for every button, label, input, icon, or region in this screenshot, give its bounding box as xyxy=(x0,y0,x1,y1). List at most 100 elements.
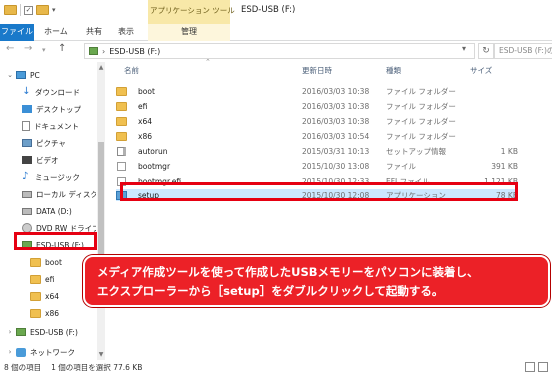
setup-info-icon xyxy=(117,146,126,156)
scroll-down-icon[interactable]: ▼ xyxy=(97,351,105,358)
desktop-icon xyxy=(22,105,32,113)
setup-highlight-box xyxy=(120,182,518,201)
file-list: ⌃ 名前 更新日時 種類 サイズ boot 2016/03/03 10:38 フ… xyxy=(108,58,552,360)
address-dropdown-icon[interactable]: ▾ xyxy=(462,44,466,53)
sidebar-item-label: ESD-USB (F:) xyxy=(30,327,78,337)
document-icon xyxy=(22,121,30,131)
properties-icon[interactable]: ✓ xyxy=(24,5,33,15)
list-item[interactable]: efi 2016/03/03 10:38 ファイル フォルダー xyxy=(116,100,518,112)
title-bar: ✓ ▾ アプリケーション ツール ESD-USB (F:) xyxy=(0,0,552,24)
sidebar-item-boot[interactable]: boot xyxy=(30,255,62,269)
callout-line-1: メディア作成ツールを使って作成したUSBメモリーをパソコンに装着し、 xyxy=(97,265,479,279)
toolbar-divider xyxy=(20,4,21,16)
callout-line-2: エクスプローラーから［setup］をダブルクリックして起動する。 xyxy=(97,284,444,298)
list-item[interactable]: autorun 2015/03/31 10:13 セットアップ情報 1 KB xyxy=(116,145,518,157)
file-name: x64 xyxy=(138,116,152,126)
sidebar-item-label: ピクチャ xyxy=(36,138,66,148)
column-header-type[interactable]: 種類 xyxy=(386,62,401,80)
file-type: ファイル フォルダー xyxy=(386,101,456,111)
picture-icon xyxy=(22,139,32,147)
search-input[interactable]: ESD-USB (F:)の xyxy=(494,43,552,59)
sidebar-item-label: ダウンロード xyxy=(35,87,80,97)
refresh-icon[interactable]: ↻ xyxy=(478,43,494,59)
selection-info: 1 個の項目を選択 77.6 KB xyxy=(51,363,143,372)
back-arrow-icon[interactable]: ← xyxy=(6,43,14,54)
forward-arrow-icon[interactable]: → xyxy=(24,43,32,54)
tab-file[interactable]: ファイル xyxy=(0,24,34,41)
list-item[interactable]: x86 2016/03/03 10:54 ファイル フォルダー xyxy=(116,130,518,142)
sidebar-item-documents[interactable]: ドキュメント xyxy=(22,119,79,133)
file-icon xyxy=(117,161,126,171)
file-type: ファイル フォルダー xyxy=(386,86,456,96)
sidebar-item-pc[interactable]: ⌄ PC xyxy=(6,68,40,82)
sidebar-item-label: boot xyxy=(45,257,62,267)
list-item[interactable]: x64 2016/03/03 10:38 ファイル フォルダー xyxy=(116,115,518,127)
video-icon xyxy=(22,156,32,164)
folder-icon xyxy=(116,116,127,126)
file-type: セットアップ情報 xyxy=(386,146,446,156)
file-date: 2016/03/03 10:38 xyxy=(302,116,370,126)
sidebar-item-music[interactable]: ♪ ミュージック xyxy=(22,170,80,184)
status-bar: 8 個の項目 1 個の項目を選択 77.6 KB xyxy=(0,360,552,376)
folder-icon xyxy=(30,257,41,267)
sidebar-item-x64[interactable]: x64 xyxy=(30,289,59,303)
file-date: 2015/03/31 10:13 xyxy=(302,146,370,156)
tab-manage[interactable]: 管理 xyxy=(148,24,230,41)
expand-icon[interactable]: ⌄ xyxy=(6,71,14,79)
sidebar-item-desktop[interactable]: デスクトップ xyxy=(22,102,81,116)
sidebar-item-efi[interactable]: efi xyxy=(30,272,54,286)
sidebar-item-downloads[interactable]: ↓ ダウンロード xyxy=(22,85,80,99)
customize-toolbar-icon[interactable]: ▾ xyxy=(52,6,56,14)
folder-icon xyxy=(4,5,17,15)
network-icon xyxy=(16,347,26,357)
tab-share[interactable]: 共有 xyxy=(86,24,102,41)
sidebar-item-local-disk[interactable]: ローカル ディスク (C xyxy=(22,187,96,201)
tab-home[interactable]: ホーム xyxy=(44,24,68,41)
nav-pane-scrollbar[interactable]: ▲ ▼ xyxy=(97,62,105,360)
sidebar-item-pictures[interactable]: ピクチャ xyxy=(22,136,66,150)
tab-view[interactable]: 表示 xyxy=(118,24,134,41)
column-header-name[interactable]: 名前 xyxy=(124,62,139,80)
file-type: ファイル フォルダー xyxy=(386,131,456,141)
breadcrumb[interactable]: ESD-USB (F:) xyxy=(109,47,160,56)
details-view-icon[interactable] xyxy=(525,362,535,372)
usb-drive-highlight-box xyxy=(14,232,97,250)
expand-icon[interactable]: › xyxy=(6,328,14,336)
sidebar-item-label: ネットワーク xyxy=(30,347,75,357)
large-icons-view-icon[interactable] xyxy=(538,362,548,372)
usb-drive-icon xyxy=(16,328,26,336)
chevron-right-icon[interactable]: › xyxy=(102,47,105,56)
view-toggle xyxy=(525,362,548,372)
expand-icon[interactable]: › xyxy=(6,348,14,356)
sidebar-item-videos[interactable]: ビデオ xyxy=(22,153,59,167)
folder-icon xyxy=(30,274,41,284)
file-name: x86 xyxy=(138,131,152,141)
usb-drive-icon xyxy=(89,47,98,55)
column-header-date[interactable]: 更新日時 xyxy=(302,62,332,80)
list-item[interactable]: bootmgr 2015/10/30 13:08 ファイル 391 KB xyxy=(116,160,518,172)
sidebar-item-label: ローカル ディスク (C xyxy=(36,189,96,199)
sidebar-item-usb-drive-root[interactable]: › ESD-USB (F:) xyxy=(6,325,78,339)
ribbon-tabs: ファイル ホーム 共有 表示 管理 xyxy=(0,24,552,41)
sidebar-item-network[interactable]: › ネットワーク xyxy=(6,345,75,359)
sidebar-item-label: ドキュメント xyxy=(34,121,79,131)
file-name: autorun xyxy=(138,146,168,156)
sidebar-item-x86[interactable]: x86 xyxy=(30,306,59,320)
file-name: bootmgr xyxy=(138,161,171,171)
list-item[interactable]: boot 2016/03/03 10:38 ファイル フォルダー xyxy=(116,85,518,97)
sidebar-item-data-drive[interactable]: DATA (D:) xyxy=(22,204,72,218)
up-arrow-icon[interactable]: ↑ xyxy=(58,43,66,54)
disk-icon xyxy=(22,190,32,198)
file-date: 2016/03/03 10:38 xyxy=(302,101,370,111)
scroll-up-icon[interactable]: ▲ xyxy=(97,64,105,71)
recent-locations-icon[interactable]: ▾ xyxy=(42,46,46,54)
column-header-size[interactable]: サイズ xyxy=(470,62,492,80)
file-date: 2015/10/30 13:08 xyxy=(302,161,370,171)
navigation-bar: ← → ▾ ↑ › ESD-USB (F:) ▾ ↻ ESD-USB (F:)の xyxy=(0,41,552,61)
folder-icon xyxy=(30,291,41,301)
address-bar[interactable]: › ESD-USB (F:) xyxy=(84,43,475,59)
folder-icon xyxy=(116,101,127,111)
new-folder-icon[interactable] xyxy=(36,5,49,15)
download-icon: ↓ xyxy=(22,86,31,97)
file-name: efi xyxy=(138,101,148,111)
